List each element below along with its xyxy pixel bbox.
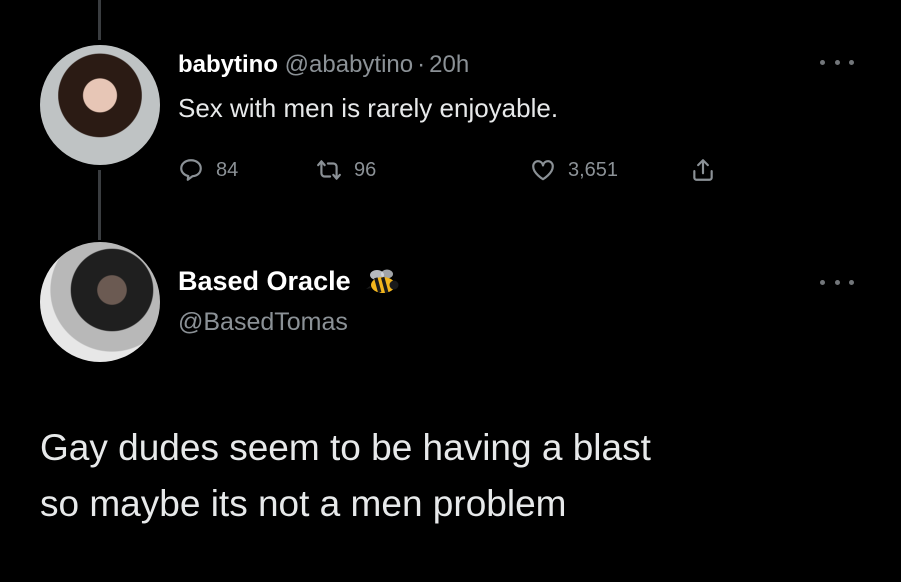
like-button[interactable]: 3,651 [530,155,618,185]
more-dot [849,59,854,65]
tweet2-more-icon[interactable] [820,276,854,288]
retweet-icon [317,160,341,180]
more-dot [834,279,840,285]
tweet1-separator: · [417,51,426,78]
tweet2-handle[interactable]: @BasedTomas [178,308,348,337]
thread-line-connector [98,170,101,240]
share-icon [693,159,713,181]
more-dot [820,59,825,65]
avatar-babytino[interactable] [40,45,160,165]
retweet-count: 96 [354,158,377,181]
tweet2-display-name[interactable]: Based Oracle [178,266,351,297]
tweet2-text-line1: Gay dudes seem to be having a blast [40,427,651,468]
like-count: 3,651 [568,158,619,181]
tweet1-actions: 84 96 3,651 [178,155,738,185]
thread-line-top [98,0,101,40]
reply-button[interactable]: 84 [178,155,238,185]
more-dot [849,279,854,285]
tweet2-text-line2: so maybe its not a men problem [40,483,567,524]
tweet1-more-icon[interactable] [820,56,854,68]
tweet2-author: Based Oracle [178,266,403,297]
avatar-based-oracle[interactable] [40,242,160,362]
reply-count: 84 [216,158,239,181]
tweet1-header: babytino @ababytino · 20h [178,50,469,80]
more-dot [834,59,840,65]
tweet1-timestamp[interactable]: 20h [429,51,469,78]
reply-icon [180,159,202,181]
retweet-button[interactable]: 96 [316,155,376,185]
tweet2-text: Gay dudes seem to be having a blast so m… [40,420,880,532]
tweet1-display-name[interactable]: babytino [178,51,278,78]
more-dot [820,279,825,285]
share-button[interactable] [690,155,728,185]
tweet1-text: Sex with men is rarely enjoyable. [178,93,559,123]
tweet1-handle[interactable]: @ababytino [285,51,413,78]
heart-icon [532,160,554,181]
bee-icon [365,269,399,293]
